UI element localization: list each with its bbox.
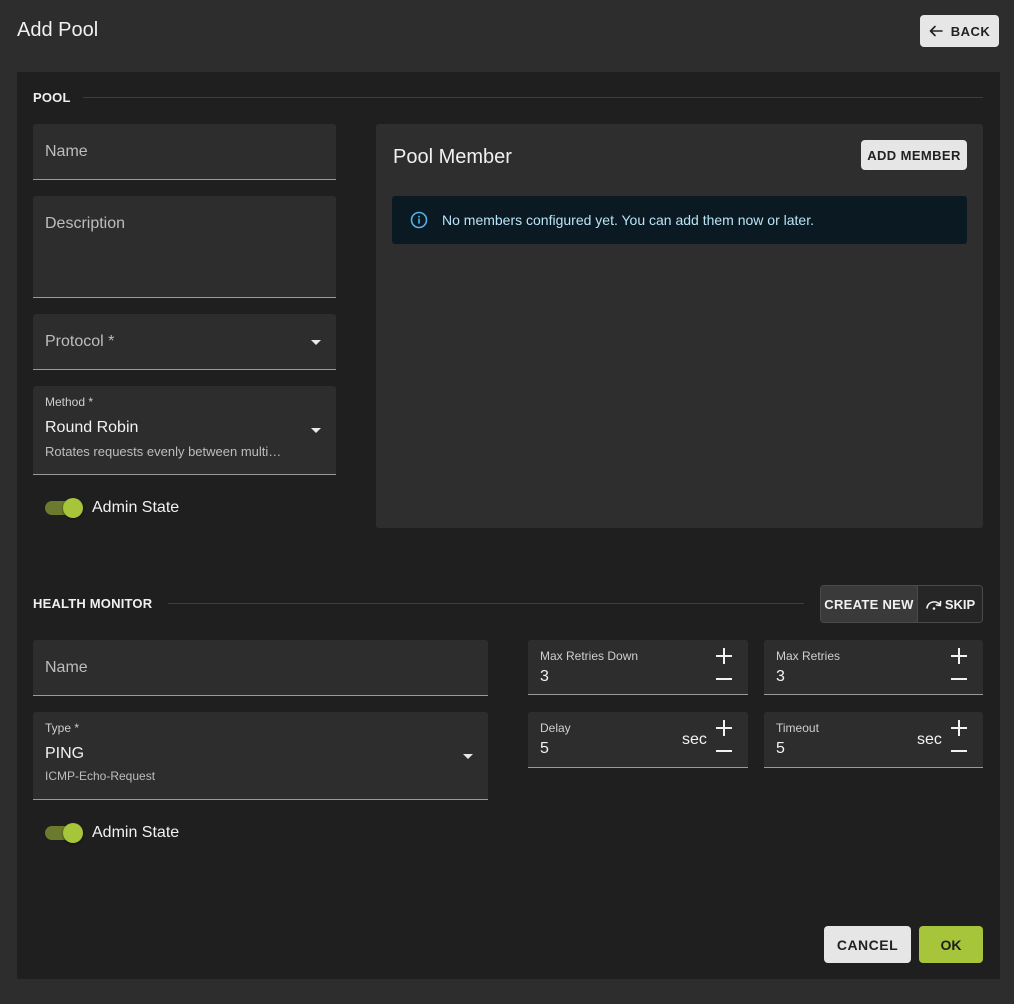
page-title: Add Pool (17, 19, 99, 41)
pool-section-title: POOL (33, 90, 71, 105)
no-members-alert: No members configured yet. You can add t… (392, 196, 967, 244)
max-retries-down-label: Max Retries Down (540, 649, 639, 663)
type-description: ICMP-Echo-Request (45, 769, 156, 783)
pool-description-placeholder: Description (45, 215, 126, 232)
health-monitor-section-title: HEALTH MONITOR (33, 596, 153, 611)
type-label: Type * (45, 721, 80, 735)
ok-button[interactable]: OK (919, 926, 983, 963)
add-member-button[interactable]: ADD MEMBER (861, 140, 967, 170)
decrement-icon[interactable] (951, 743, 967, 759)
skip-button[interactable]: SKIP (918, 586, 982, 622)
skip-icon (926, 600, 942, 610)
toggle-track (45, 498, 83, 518)
chevron-down-icon (311, 428, 321, 433)
increment-icon[interactable] (951, 648, 967, 664)
method-label: Method * (45, 395, 94, 409)
type-select[interactable]: Type * PING ICMP-Echo-Request (33, 712, 488, 800)
toggle-knob (63, 498, 83, 518)
health-monitor-admin-state-toggle[interactable]: Admin State (45, 823, 180, 843)
no-members-message: No members configured yet. You can add t… (442, 212, 814, 228)
increment-icon[interactable] (951, 720, 967, 736)
max-retries-field[interactable]: Max Retries 3 (764, 640, 983, 695)
max-retries-down-value: 3 (540, 668, 549, 685)
pool-name-field[interactable]: Name (33, 124, 336, 180)
pool-admin-state-label: Admin State (92, 499, 180, 516)
chevron-down-icon (311, 340, 321, 345)
delay-value: 5 (540, 740, 549, 757)
pool-member-title: Pool Member (393, 146, 512, 168)
decrement-icon[interactable] (951, 671, 967, 687)
protocol-select[interactable]: Protocol * (33, 314, 336, 370)
cancel-button[interactable]: CANCEL (824, 926, 911, 963)
type-value: PING (45, 745, 85, 762)
decrement-icon[interactable] (716, 743, 732, 759)
timeout-value: 5 (776, 740, 785, 757)
back-button-label: BACK (950, 23, 991, 39)
toggle-knob (63, 823, 83, 843)
max-retries-down-field[interactable]: Max Retries Down 3 (528, 640, 748, 695)
method-select[interactable]: Method * Round Robin Rotates requests ev… (33, 386, 336, 475)
timeout-unit: sec (917, 731, 942, 748)
increment-icon[interactable] (716, 720, 732, 736)
timeout-field[interactable]: Timeout 5 sec (764, 712, 983, 768)
protocol-placeholder: Protocol * (45, 333, 115, 350)
info-icon (410, 211, 428, 229)
chevron-down-icon (463, 754, 473, 759)
pool-description-field[interactable]: Description (33, 196, 336, 298)
pool-name-placeholder: Name (45, 143, 88, 160)
delay-unit: sec (682, 731, 707, 748)
back-button[interactable]: BACK (920, 15, 999, 47)
health-monitor-mode-toggle: CREATE NEW SKIP (820, 585, 983, 623)
delay-label: Delay (540, 721, 571, 735)
increment-icon[interactable] (716, 648, 732, 664)
method-value: Round Robin (45, 419, 139, 436)
pool-section-divider (83, 97, 983, 98)
delay-field[interactable]: Delay 5 sec (528, 712, 748, 768)
pool-admin-state-toggle[interactable]: Admin State (45, 498, 180, 518)
toggle-track (45, 823, 83, 843)
health-monitor-section-divider (168, 603, 804, 604)
skip-label: SKIP (944, 596, 976, 612)
decrement-icon[interactable] (716, 671, 732, 687)
max-retries-label: Max Retries (776, 649, 841, 663)
timeout-label: Timeout (776, 721, 819, 735)
health-monitor-name-placeholder: Name (45, 659, 88, 676)
pool-member-card: Pool Member ADD MEMBER No members config… (376, 124, 983, 528)
max-retries-value: 3 (776, 668, 785, 685)
arrow-left-icon (929, 25, 943, 37)
method-description: Rotates requests evenly between multi… (45, 444, 282, 459)
add-pool-form: POOL Name Description Protocol * Method … (17, 72, 1000, 979)
create-new-button[interactable]: CREATE NEW (821, 586, 918, 622)
health-monitor-admin-state-label: Admin State (92, 824, 180, 841)
health-monitor-name-field[interactable]: Name (33, 640, 488, 696)
